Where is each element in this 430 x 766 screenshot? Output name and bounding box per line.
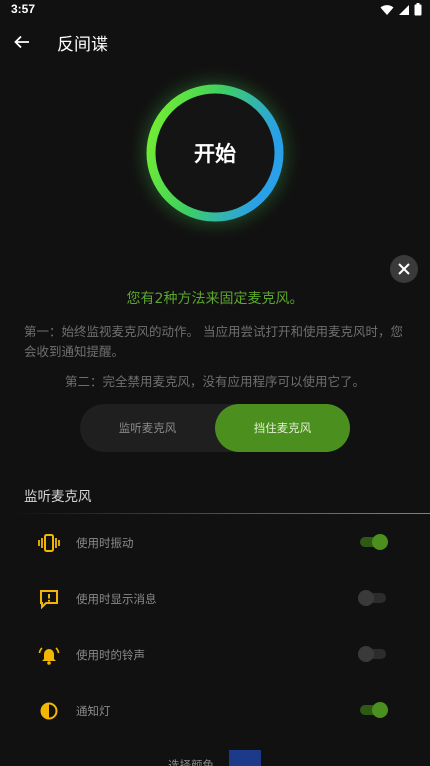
- info-headline: 您有2种方法来固定麦克风。: [126, 291, 304, 307]
- start-button-label: 开始: [194, 142, 236, 166]
- setting-row-message[interactable]: 使用时显示消息: [0, 578, 430, 618]
- status-time: 3:57: [11, 2, 36, 16]
- mode-segmented-control: 监听麦克风 挡住麦克风: [80, 404, 350, 452]
- color-swatch[interactable]: [229, 750, 261, 766]
- app-bar: 反间谍: [0, 24, 430, 60]
- arrow-left-icon: [14, 35, 29, 49]
- status-bar: 3:57: [0, 0, 430, 20]
- signal-icon: [399, 4, 409, 15]
- info-description-1: 第一：始终监视麦克风的动作。 当应用尝试打开和使用麦克风时，您会收到通知提醒。: [24, 324, 403, 359]
- ringtone-toggle[interactable]: [356, 645, 390, 663]
- page-title: 反间谍: [57, 35, 108, 55]
- setting-row-ringtone[interactable]: 使用时的铃声: [0, 634, 430, 674]
- setting-label: 使用时的铃声: [76, 648, 145, 662]
- close-icon: [398, 263, 410, 275]
- setting-row-notification-light[interactable]: 通知灯: [0, 690, 430, 730]
- bell-icon: [38, 644, 60, 666]
- info-description-2: 第二：完全禁用麦克风，没有应用程序可以使用它了。: [64, 374, 365, 389]
- setting-label: 通知灯: [76, 704, 111, 718]
- tab-block-microphone[interactable]: 挡住麦克风: [215, 404, 350, 452]
- notification-light-toggle[interactable]: [356, 701, 390, 719]
- setting-label: 使用时显示消息: [76, 592, 157, 606]
- close-button[interactable]: [390, 255, 418, 283]
- vibrate-toggle[interactable]: [356, 533, 390, 551]
- battery-icon: [414, 3, 422, 16]
- message-alert-icon: [38, 588, 60, 610]
- light-contrast-icon: [38, 700, 60, 722]
- status-icons: [380, 3, 422, 16]
- vibrate-icon: [38, 532, 60, 554]
- setting-label: 使用时振动: [76, 536, 134, 550]
- tab-monitor-microphone[interactable]: 监听麦克风: [80, 404, 215, 452]
- section-title: 监听麦克风: [24, 489, 92, 505]
- choose-color-label: 选择颜色: [168, 758, 214, 766]
- wifi-icon: [380, 4, 394, 15]
- message-toggle[interactable]: [356, 589, 390, 607]
- start-button[interactable]: 开始: [128, 66, 302, 240]
- section-divider: [12, 513, 430, 514]
- setting-row-vibrate[interactable]: 使用时振动: [0, 522, 430, 562]
- back-button[interactable]: [10, 30, 34, 54]
